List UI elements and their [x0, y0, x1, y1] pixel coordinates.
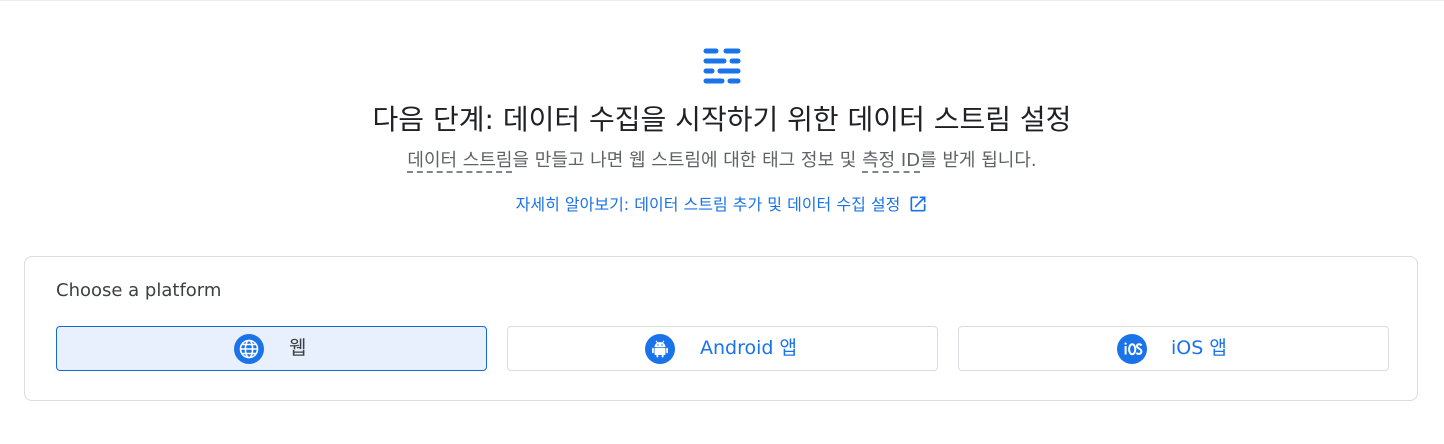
ios-icon — [1117, 334, 1147, 364]
platform-card: Choose a platform 웹 Android 앱 iOS 앱 — [24, 256, 1418, 401]
android-icon — [645, 334, 675, 364]
glossary-term-data-stream[interactable]: 데이터 스트림 — [407, 150, 513, 173]
glossary-term-measurement-id[interactable]: 측정 ID — [862, 150, 921, 173]
platform-android-label: Android 앱 — [700, 337, 797, 359]
platform-android-button[interactable]: Android 앱 — [507, 326, 938, 371]
platform-ios-label: iOS 앱 — [1171, 337, 1227, 359]
learn-more-label: 자세히 알아보기: 데이터 스트림 추가 및 데이터 수집 설정 — [515, 195, 901, 214]
data-stream-icon — [703, 48, 741, 84]
platform-ios-button[interactable]: iOS 앱 — [958, 326, 1389, 371]
choose-platform-label: Choose a platform — [56, 280, 222, 301]
hero-subtitle: 데이터 스트림을 만들고 나면 웹 스트림에 대한 태그 정보 및 측정 ID를… — [0, 146, 1444, 176]
subtitle-text-1: 을 만들고 나면 웹 스트림에 대한 태그 정보 및 — [512, 150, 863, 171]
learn-more-link[interactable]: 자세히 알아보기: 데이터 스트림 추가 및 데이터 수집 설정 — [516, 195, 929, 214]
top-divider — [0, 0, 1444, 1]
page-title: 다음 단계: 데이터 수집을 시작하기 위한 데이터 스트림 설정 — [372, 103, 1072, 136]
platform-web-button[interactable]: 웹 — [56, 326, 487, 371]
globe-icon — [234, 334, 264, 364]
subtitle-text-2: 를 받게 됩니다. — [920, 150, 1037, 171]
learn-more-row: 자세히 알아보기: 데이터 스트림 추가 및 데이터 수집 설정 — [0, 192, 1444, 218]
open-in-new-icon — [910, 196, 926, 212]
platform-web-label: 웹 — [289, 337, 307, 359]
